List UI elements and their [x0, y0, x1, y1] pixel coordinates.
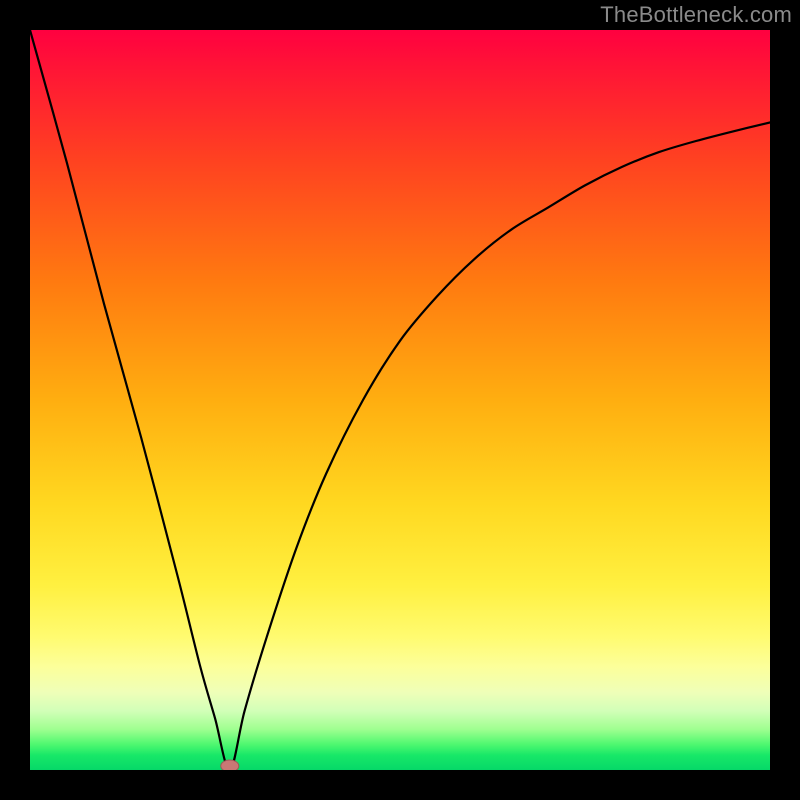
curve-path [30, 30, 770, 770]
plot-area [30, 30, 770, 770]
bottleneck-curve [30, 30, 770, 770]
optimum-marker [221, 760, 239, 770]
chart-frame: TheBottleneck.com [0, 0, 800, 800]
watermark-text: TheBottleneck.com [600, 2, 792, 28]
